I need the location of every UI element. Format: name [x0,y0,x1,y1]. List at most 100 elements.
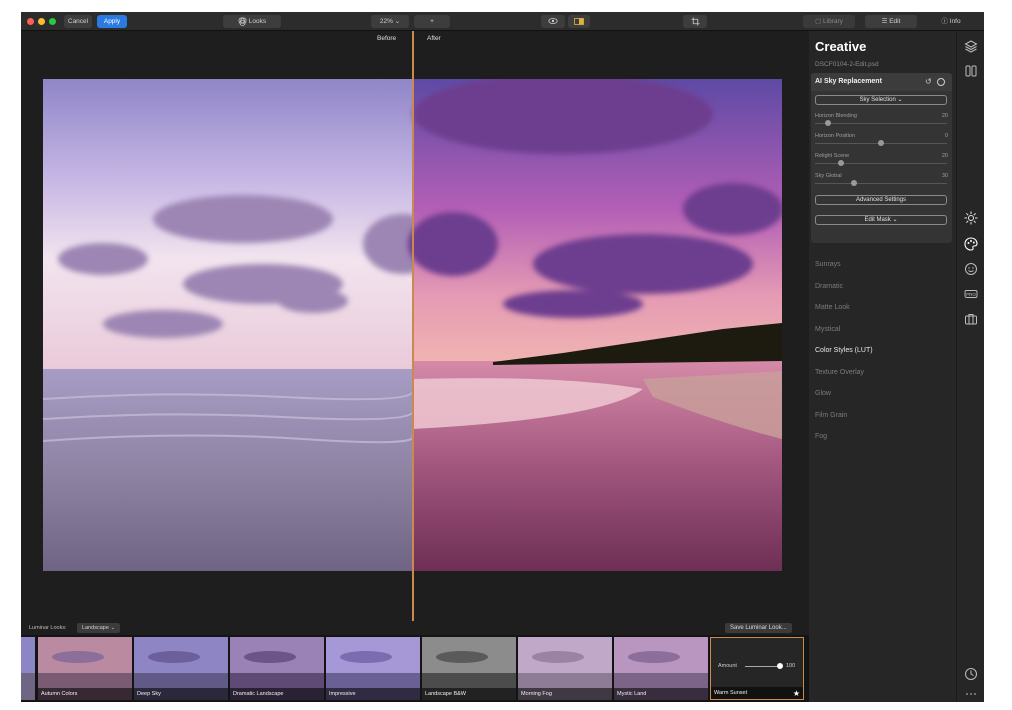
library-label: Library [823,18,843,25]
slider-knob[interactable] [851,180,857,186]
slider-value: 20 [941,153,948,159]
look-name: Warm Sunset [711,687,803,699]
essentials-sun-icon[interactable] [964,211,978,225]
chevron-down-icon: ⌄ [892,217,898,223]
edit-tab[interactable]: ☰ Edit [865,15,917,28]
sky-selection-dropdown[interactable]: Sky Selection ⌄ [815,95,947,105]
crop-button[interactable] [683,15,707,28]
looks-button[interactable]: Looks [223,15,281,28]
svg-text:PRO: PRO [966,292,976,297]
slider-knob[interactable] [878,140,884,146]
look-name: Landscape B&W [422,688,516,700]
filter-matte-look[interactable]: Matte Look [815,304,850,311]
info-icon: ⓘ [941,18,948,25]
look-thumb[interactable]: Autumn Colors [38,637,132,700]
slider-knob[interactable] [825,120,831,126]
creative-palette-icon[interactable] [964,237,978,251]
looks-strip: Autumn Colors Deep Sky Dramatic Landscap… [21,635,809,702]
edit-mask-label: Edit Mask [864,217,891,223]
amount-slider-knob[interactable] [777,663,783,669]
amount-value: 100 [786,663,796,669]
minimize-window-button[interactable] [38,18,45,25]
filter-mystical[interactable]: Mystical [815,326,840,333]
tool-rail: PRO [956,31,984,702]
slider-label: Sky Global [815,173,842,179]
filter-sunrays[interactable]: Sunrays [815,261,841,268]
ai-sky-replacement-section: AI Sky Replacement ↺ Sky Selection ⌄ Hor… [811,73,952,243]
chevron-down-icon: ⌄ [394,18,401,25]
look-thumb[interactable]: Dramatic Landscape [230,637,324,700]
looks-bar: Luminar Looks: Landscape ⌄ Save Luminar … [21,621,809,635]
edit-label: Edit [889,18,901,25]
advanced-settings-button[interactable]: Advanced Settings [815,195,947,205]
apply-button[interactable]: Apply [97,15,127,28]
look-thumb[interactable]: Impressive [326,637,420,700]
more-options-icon[interactable] [964,687,978,701]
look-thumb[interactable]: Deep Sky [134,637,228,700]
canvas-icon[interactable] [964,64,978,78]
slider-value: 20 [941,113,948,119]
extensions-briefcase-icon[interactable] [964,312,978,326]
look-thumb-partial[interactable] [21,637,35,700]
zoom-value: 22% [379,18,393,25]
undo-icon[interactable]: ↺ [925,77,932,86]
slider-value: 30 [941,173,948,179]
luminar-looks-label: Luminar Looks: [29,625,67,631]
crop-icon [690,17,700,26]
compare-view-button[interactable] [541,15,565,28]
before-after-divider[interactable] [412,31,414,621]
pro-icon[interactable]: PRO [964,287,978,301]
filter-fog[interactable]: Fog [815,433,827,440]
look-name: Impressive [326,688,420,700]
layers-icon[interactable] [964,39,978,53]
portrait-face-icon[interactable] [964,262,978,276]
app-window: Cancel Apply Looks 22% ⌄ + ▢ Library ☰ E… [21,12,984,702]
cancel-button[interactable]: Cancel [64,15,92,28]
look-name: Deep Sky [134,688,228,700]
filter-texture-overlay[interactable]: Texture Overlay [815,369,864,376]
close-window-button[interactable] [27,18,34,25]
looks-category-select[interactable]: Landscape ⌄ [77,623,121,633]
relight-scene-slider[interactable] [815,163,947,164]
look-thumb[interactable]: Morning Fog [518,637,612,700]
ai-sky-replacement-header[interactable]: AI Sky Replacement ↺ [811,73,952,91]
history-clock-icon[interactable] [964,667,978,681]
favorite-star-icon[interactable]: ★ [793,689,800,698]
slider-label: Relight Scene [815,153,850,159]
sky-global-slider[interactable] [815,183,947,184]
split-view-icon [574,17,584,25]
filter-glow[interactable]: Glow [815,390,831,397]
slider-knob[interactable] [838,160,844,166]
look-thumb-image [21,637,35,700]
image-canvas[interactable]: Before After [21,31,809,621]
slider-label: Horizon Blending [815,113,857,119]
zoom-in-button[interactable]: + [414,15,450,28]
look-thumb-selected[interactable]: Amount 100 Warm Sunset ★ [710,637,804,700]
looks-category-value: Landscape [82,625,109,631]
amount-label: Amount [718,663,737,669]
amount-slider-track[interactable] [745,666,781,667]
section-title: AI Sky Replacement [815,78,882,85]
filter-dramatic[interactable]: Dramatic [815,283,843,290]
look-name: Morning Fog [518,688,612,700]
library-tab[interactable]: ▢ Library [803,15,855,28]
toggle-icon[interactable] [937,78,945,86]
look-thumb[interactable]: Mystic Land [614,637,708,700]
before-label: Before [377,35,397,42]
save-luminar-look-button[interactable]: Save Luminar Look... [725,623,792,633]
filter-color-styles[interactable]: Color Styles (LUT) [815,347,873,354]
edit-mask-button[interactable]: Edit Mask ⌄ [815,215,947,225]
info-tab[interactable]: ⓘ Info [925,15,977,28]
look-name: Mystic Land [614,688,708,700]
slider-value: 0 [944,133,948,139]
creative-panel: Creative DSCF0104-2-Edit.psd AI Sky Repl… [809,31,956,702]
zoom-select[interactable]: 22% ⌄ [371,15,409,28]
filter-film-grain[interactable]: Film Grain [815,412,847,419]
panel-title: Creative [815,39,867,54]
split-view-button[interactable] [568,15,590,28]
chevron-down-icon: ⌄ [110,625,116,631]
zoom-window-button[interactable] [49,18,56,25]
horizon-blending-slider[interactable] [815,123,947,124]
look-thumb[interactable]: Landscape B&W [422,637,516,700]
toolbar: Cancel Apply Looks 22% ⌄ + ▢ Library ☰ E… [21,12,984,31]
